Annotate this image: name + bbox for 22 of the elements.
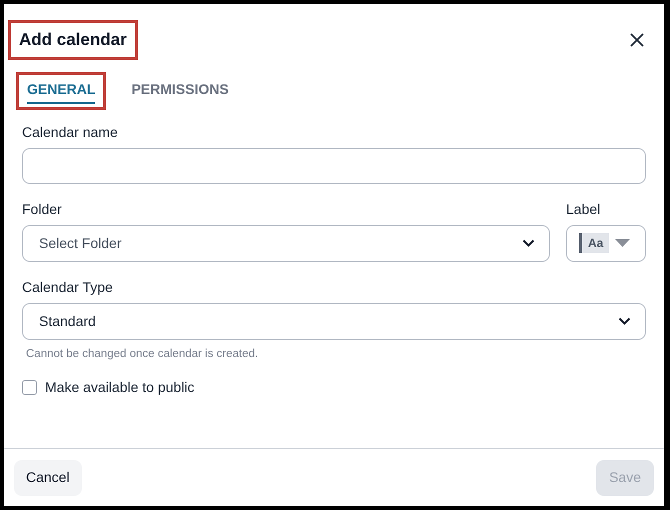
label-swatch: Aa	[579, 233, 610, 253]
field-label: Folder	[22, 200, 63, 218]
select-field[interactable]: Standard	[22, 302, 646, 340]
close-icon[interactable]	[630, 32, 644, 47]
field-label: Label	[566, 200, 602, 218]
dialog-title: Add calendar	[19, 29, 127, 51]
placeholder-text: Select Folder	[39, 234, 122, 252]
tab[interactable]: GENERAL	[27, 78, 96, 104]
checkbox[interactable]	[22, 380, 37, 395]
chevron-down-icon	[618, 317, 631, 325]
tab[interactable]: PERMISSIONS	[131, 78, 229, 104]
field-label: Calendar name	[22, 122, 119, 142]
chevron-down-icon	[522, 239, 535, 247]
selected-value: Standard	[39, 312, 96, 330]
triangle-down-icon	[615, 239, 630, 247]
checkbox-label: Make available to public	[45, 378, 194, 397]
label-picker[interactable]: Aa	[566, 224, 646, 262]
select-field[interactable]: Select Folder	[22, 224, 550, 262]
cancel-button[interactable]: Cancel	[14, 460, 82, 496]
calendar-name-field[interactable]	[22, 148, 646, 184]
hint-text: Cannot be changed once calendar is created.	[26, 346, 260, 362]
field-label: Calendar Type	[22, 278, 114, 297]
